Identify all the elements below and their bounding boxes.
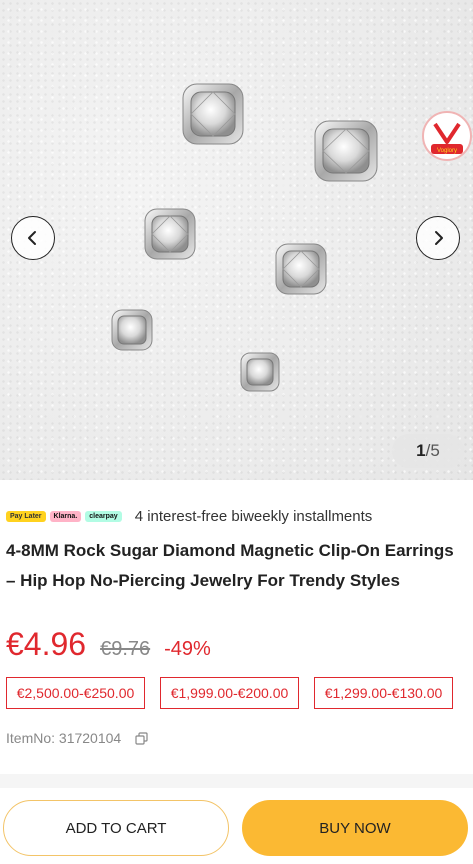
bottom-action-bar: ADD TO CART BUY NOW xyxy=(0,788,473,864)
copy-icon[interactable] xyxy=(135,731,148,745)
brand-badge[interactable]: Voglory xyxy=(421,110,473,162)
original-price: €9.76 xyxy=(100,638,151,660)
previous-image-button[interactable] xyxy=(11,216,55,260)
item-number-row: ItemNo: 31720104 xyxy=(6,728,148,748)
image-counter: 1 / 5 xyxy=(392,434,464,468)
image-counter-current: 1 xyxy=(416,441,426,460)
klarna-logo: Klarna. xyxy=(49,510,82,522)
next-image-button[interactable] xyxy=(416,216,460,260)
clearpay-logo: clearpay xyxy=(85,510,122,522)
product-image-gallery[interactable]: Voglory 1 / 5 xyxy=(0,0,473,480)
installment-text: 4 interest-free biweekly installments xyxy=(134,507,373,525)
buy-now-button[interactable]: BUY NOW xyxy=(242,800,468,856)
item-number: ItemNo: 31720104 xyxy=(6,730,122,746)
coupon-2[interactable]: €1,999.00-€200.00 xyxy=(160,677,299,709)
installment-info[interactable]: Pay Later Klarna. clearpay 4 interest-fr… xyxy=(6,505,372,527)
product-title: 4-8MM Rock Sugar Diamond Magnetic Clip-O… xyxy=(6,541,454,590)
sale-price: €4.96 xyxy=(6,626,87,662)
chevron-left-icon xyxy=(28,231,36,245)
coupon-1[interactable]: €2,500.00-€250.00 xyxy=(6,677,145,709)
chevron-right-icon xyxy=(435,231,443,245)
svg-text:Voglory: Voglory xyxy=(437,148,457,154)
discount-percent: -49% xyxy=(164,638,211,660)
image-counter-total: 5 xyxy=(430,441,440,460)
add-to-cart-button[interactable]: ADD TO CART xyxy=(3,800,229,856)
earrings-product-image xyxy=(111,83,378,392)
coupon-3[interactable]: €1,299.00-€130.00 xyxy=(314,677,453,709)
section-divider xyxy=(0,774,473,788)
price-row: €4.96 €9.76 -49% xyxy=(6,626,211,666)
paylater-logo: Pay Later xyxy=(6,510,46,522)
